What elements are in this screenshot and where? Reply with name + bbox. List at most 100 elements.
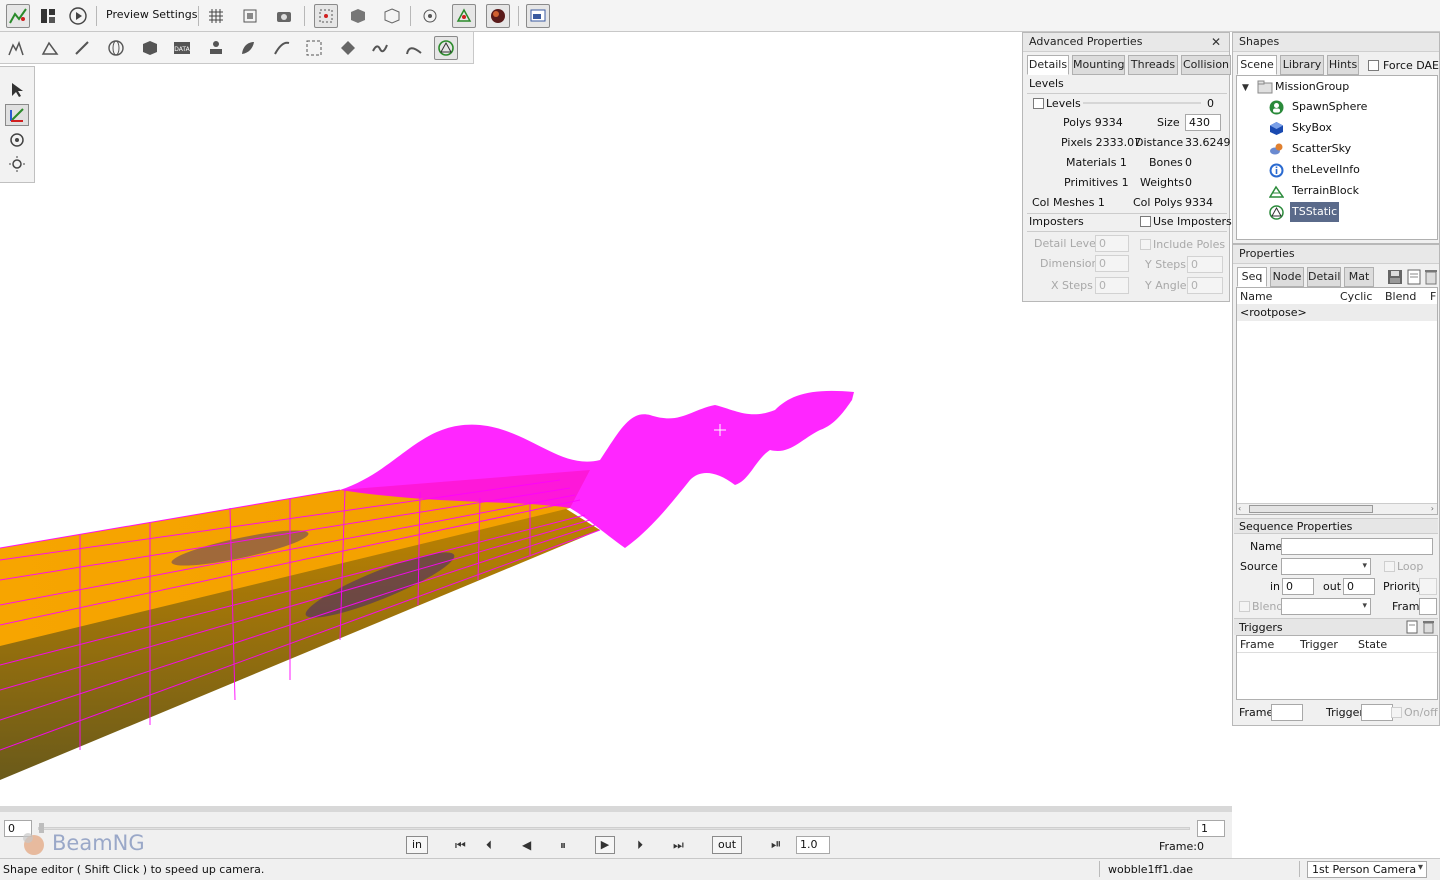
column-blend[interactable]: Blend [1385, 290, 1416, 303]
object-editor-button[interactable] [4, 36, 28, 60]
source-select[interactable]: ▾ [1281, 558, 1371, 575]
tree-root-missiongroup[interactable]: MissionGroup [1275, 80, 1349, 93]
include-poles-checkbox[interactable] [1140, 239, 1151, 250]
solid-view-button[interactable] [346, 4, 370, 28]
tab-library[interactable]: Library [1280, 55, 1324, 75]
terrain-editor-button[interactable] [6, 4, 30, 28]
out-button[interactable]: out [712, 836, 743, 854]
scrollbar-thumb[interactable] [1249, 505, 1373, 513]
datablock-editor-button[interactable]: DATA [170, 36, 194, 60]
add-trigger-icon[interactable] [1406, 620, 1418, 634]
skip-end-icon[interactable]: ⏭ [673, 838, 684, 853]
camera-select[interactable]: 1st Person Camera ▾ [1307, 861, 1427, 878]
x-steps-field[interactable]: 0 [1095, 277, 1129, 294]
use-imposters-checkbox[interactable] [1140, 216, 1151, 227]
sketch-tool-button[interactable] [138, 36, 162, 60]
trigger-column-state[interactable]: State [1358, 638, 1387, 651]
pause-icon[interactable]: ⏸ [560, 838, 566, 853]
expand-arrow-icon[interactable]: ▼ [1242, 83, 1249, 93]
timeline-end-field[interactable]: 1 [1197, 820, 1225, 837]
tab-hints[interactable]: Hints [1327, 55, 1359, 75]
delete-icon[interactable] [1425, 269, 1437, 285]
nav-editor-button[interactable] [302, 36, 326, 60]
table-row[interactable]: <rootpose> [1237, 304, 1437, 321]
blend-checkbox[interactable] [1239, 601, 1250, 612]
out-field[interactable]: 0 [1343, 578, 1375, 595]
fit-view-button[interactable] [238, 4, 262, 28]
y-angle-field[interactable]: 0 [1187, 277, 1223, 294]
river-editor-button[interactable] [368, 36, 392, 60]
tab-seq[interactable]: Seq [1237, 267, 1267, 287]
sun-tool-button[interactable] [5, 153, 29, 175]
save-icon[interactable] [1387, 269, 1403, 285]
play-button[interactable] [66, 4, 90, 28]
tab-collision[interactable]: Collision [1181, 55, 1231, 75]
tab-threads[interactable]: Threads [1128, 55, 1178, 75]
in-button[interactable]: in [406, 836, 429, 854]
terrain-tool-button[interactable] [38, 36, 62, 60]
rotate-tool-button[interactable] [5, 129, 29, 151]
grid-toggle-button[interactable] [204, 4, 228, 28]
blend-frame-field[interactable] [1419, 598, 1437, 615]
decal-editor-button[interactable] [336, 36, 360, 60]
y-steps-field[interactable]: 0 [1187, 256, 1223, 273]
scroll-left-icon[interactable]: ‹ [1238, 504, 1241, 513]
in-field[interactable]: 0 [1282, 578, 1314, 595]
speed-field[interactable]: 1.0 [796, 836, 830, 854]
scroll-right-icon[interactable]: › [1431, 504, 1434, 513]
select-mode-button[interactable] [314, 4, 338, 28]
dimension-field[interactable]: 0 [1095, 255, 1129, 272]
trigger-column-trigger[interactable]: Trigger [1300, 638, 1338, 651]
move-tool-button[interactable] [5, 104, 29, 126]
preview-settings-button[interactable]: Preview Settings [106, 8, 197, 21]
new-sequence-icon[interactable] [1407, 269, 1421, 285]
shape-editor-button[interactable] [434, 36, 458, 60]
tab-detail[interactable]: Detail [1307, 267, 1341, 287]
trigger-column-frame[interactable]: Frame [1240, 638, 1274, 651]
loop-checkbox[interactable] [1384, 561, 1395, 572]
material-editor-button[interactable] [104, 36, 128, 60]
ambient-view-button[interactable] [486, 4, 510, 28]
timeline-slider[interactable] [38, 827, 1190, 830]
delete-trigger-icon[interactable] [1423, 620, 1434, 634]
collision-view-button[interactable] [452, 4, 476, 28]
decal-road-button[interactable] [402, 36, 426, 60]
grid-icon [209, 9, 223, 23]
trigger-frame-field[interactable] [1271, 704, 1303, 721]
tab-node[interactable]: Node [1270, 267, 1304, 287]
select-tool-button[interactable] [5, 79, 29, 101]
particle-editor-button[interactable] [204, 36, 228, 60]
step-back-icon[interactable]: ⏴ [486, 838, 492, 853]
tab-mounting[interactable]: Mounting [1072, 55, 1125, 75]
wire-view-button[interactable] [380, 4, 404, 28]
column-cyclic[interactable]: Cyclic [1340, 290, 1372, 303]
blend-select[interactable]: ▾ [1281, 598, 1371, 615]
column-name[interactable]: Name [1240, 290, 1272, 303]
priority-field[interactable] [1419, 578, 1437, 595]
tab-details[interactable]: Details [1027, 55, 1069, 75]
seq-name-field[interactable] [1281, 538, 1433, 555]
force-dae-checkbox[interactable] [1368, 60, 1379, 71]
screenshot-button[interactable] [272, 4, 296, 28]
detail-level-field[interactable]: 0 [1095, 235, 1129, 252]
play-backward-icon[interactable]: ◀ [522, 838, 531, 852]
editor-windows-button[interactable] [526, 4, 550, 28]
levels-checkbox[interactable] [1033, 98, 1044, 109]
tab-mat[interactable]: Mat [1344, 267, 1374, 287]
step-forward-icon[interactable]: ⏵ [637, 838, 643, 853]
node-view-button[interactable] [418, 4, 442, 28]
tab-scene[interactable]: Scene [1237, 55, 1277, 75]
mesh-road-button[interactable] [270, 36, 294, 60]
close-icon[interactable]: ✕ [1211, 35, 1221, 49]
layout-button[interactable] [36, 4, 60, 28]
forest-editor-button[interactable] [236, 36, 260, 60]
terrain-paint-button[interactable] [70, 36, 94, 60]
trigger-name-field[interactable] [1361, 704, 1393, 721]
onoff-checkbox[interactable] [1391, 707, 1402, 718]
size-field[interactable]: 430 [1185, 114, 1221, 131]
levels-slider[interactable] [1083, 102, 1201, 104]
horizontal-scrollbar[interactable]: ‹ › [1237, 503, 1437, 514]
play-forward-icon[interactable]: ▶ [595, 836, 615, 854]
column-f[interactable]: F [1430, 290, 1436, 303]
skip-start-icon[interactable]: ⏮ [455, 838, 466, 853]
